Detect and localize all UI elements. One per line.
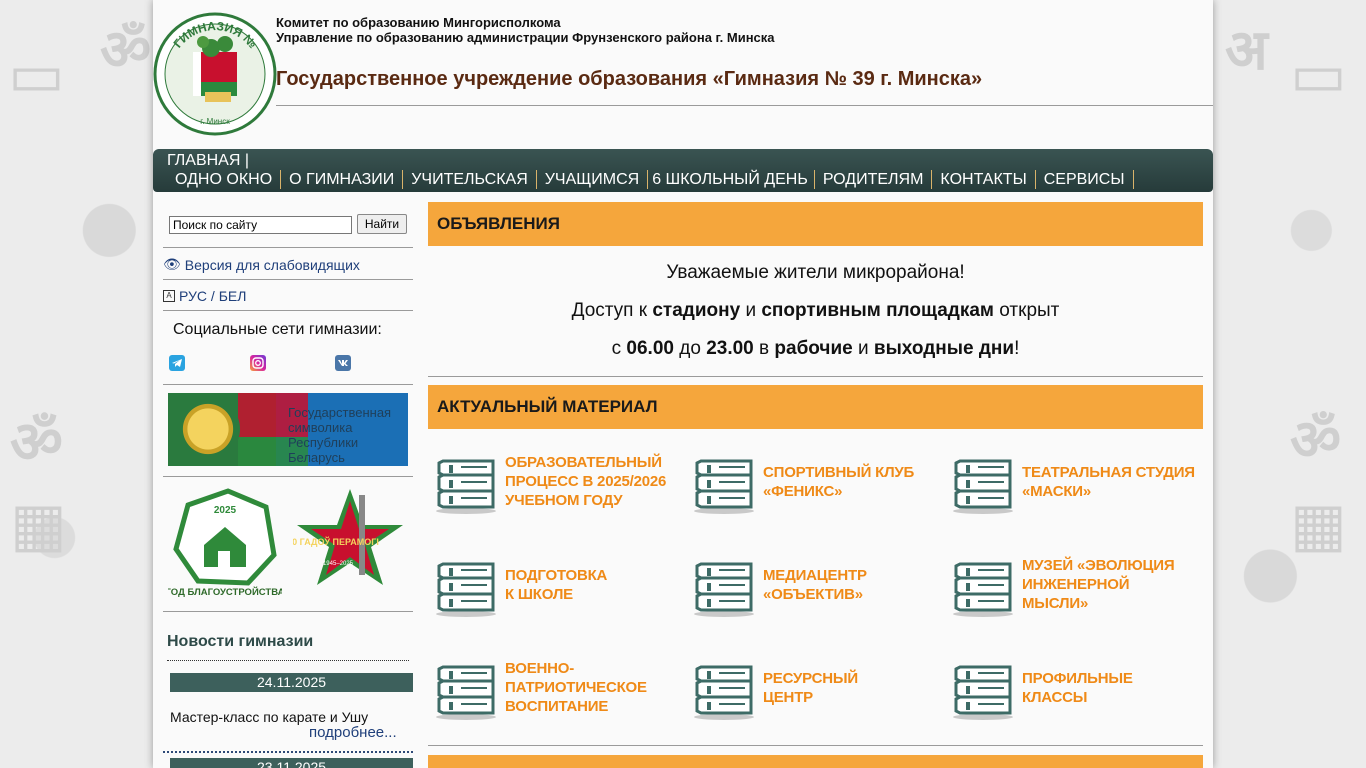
news-section-title: Новости гимназии <box>167 633 314 650</box>
news-date: 24.11.2025 <box>170 673 413 692</box>
nav-item-roditelyam[interactable]: РОДИТЕЛЯМ <box>815 170 933 189</box>
news-read-more-link[interactable]: подробнее... <box>309 724 397 741</box>
year-of-improvement-banner[interactable]: 2025 ГОД БЛАГОУСТРОЙСТВА <box>168 485 282 600</box>
nav-item-6-school-day[interactable]: 6 ШКОЛЬНЫЙ ДЕНЬ <box>648 170 815 189</box>
coat-of-arms-icon <box>176 397 240 461</box>
sidebar-divider <box>163 247 413 248</box>
announcement-line-3: с 06.00 до 23.00 в рабочие и выходные дн… <box>611 338 1020 359</box>
background-doodle: अ <box>1225 18 1268 83</box>
next-section-header <box>428 755 1203 768</box>
main-divider <box>428 376 1203 377</box>
tile-school-preparation[interactable]: ПОДГОТОВКА К ШКОЛЕ <box>433 547 683 622</box>
news-divider <box>167 660 409 661</box>
state-symbols-banner-text: Государственная символика Республики Бел… <box>288 405 392 465</box>
eye-icon: 👁 <box>163 256 181 272</box>
books-stack-icon <box>436 665 496 720</box>
page-container: ГИМНАЗИЯ № 39 г. Минск Комитет по образо… <box>153 0 1213 768</box>
tile-label: ПОДГОТОВКА К ШКОЛЕ <box>505 566 608 603</box>
search-input[interactable] <box>169 216 352 234</box>
sidebar-divider <box>163 384 413 385</box>
books-stack-icon <box>953 665 1013 720</box>
nav-row: ОДНО ОКНО О ГИМНАЗИИ УЧИТЕЛЬСКАЯ УЧАЩИМС… <box>167 170 1134 189</box>
banner-80-text: 80 ГАДОЎ ПЕРАМОГІ <box>293 536 379 547</box>
nav-item-uchaschimsya[interactable]: УЧАЩИМСЯ <box>537 170 649 189</box>
tile-label: ОБРАЗОВАТЕЛЬНЫЙ ПРОЦЕСС В 2025/2026 УЧЕБ… <box>505 454 667 509</box>
banner-2025-year: 2025 <box>214 505 237 516</box>
nav-item-odno-okno[interactable]: ОДНО ОКНО <box>167 170 282 189</box>
tile-sports-club-feniks[interactable]: СПОРТИВНЫЙ КЛУБ «ФЕНИКС» <box>691 444 941 519</box>
tile-label: РЕСУРСНЫЙ ЦЕНТР <box>763 669 858 706</box>
logo-text-bottom: г. Минск <box>200 117 230 126</box>
tile-label: ТЕАТРАЛЬНАЯ СТУДИЯ «МАСКИ» <box>1022 463 1195 500</box>
nav-item-kontakty[interactable]: КОНТАКТЫ <box>932 170 1036 189</box>
accessibility-link[interactable]: 👁 Версия для слабовидящих <box>163 256 360 273</box>
books-stack-icon <box>953 459 1013 514</box>
background-doodle: ▭ <box>8 40 65 110</box>
org-line-1: Комитет по образованию Мингорисполкома <box>276 15 561 30</box>
language-link[interactable]: A РУС / БЕЛ <box>163 288 246 304</box>
tile-theatre-studio-maski[interactable]: ТЕАТРАЛЬНАЯ СТУДИЯ «МАСКИ» <box>950 444 1200 519</box>
nav-item-uchitelskaya[interactable]: УЧИТЕЛЬСКАЯ <box>403 170 537 189</box>
victory-80-banner[interactable]: 80 ГАДОЎ ПЕРАМОГІ 1945–2025 <box>293 485 407 588</box>
background-doodle: ॐ <box>10 408 63 476</box>
tile-military-patriotic[interactable]: ВОЕННО- ПАТРИОТИЧЕСКОЕ ВОСПИТАНИЕ <box>433 650 683 725</box>
main-divider <box>428 745 1203 746</box>
background-doodle: ॐ <box>1290 408 1342 473</box>
sidebar-divider <box>163 476 413 477</box>
org-line-2: Управление по образованию администрации … <box>276 30 775 45</box>
books-stack-icon <box>436 562 496 617</box>
telegram-icon[interactable] <box>169 355 185 371</box>
site-title: Государственное учреждение образования «… <box>276 68 983 90</box>
tile-label: МУЗЕЙ «ЭВОЛЮЦИЯ ИНЖЕНЕРНОЙ МЫСЛИ» <box>1022 557 1175 612</box>
nav-item-home[interactable]: ГЛАВНАЯ | <box>167 152 249 170</box>
tile-resource-center[interactable]: РЕСУРСНЫЙ ЦЕНТР <box>691 650 941 725</box>
books-stack-icon <box>436 459 496 514</box>
news-item-text[interactable]: Мастер-класс по карате и Ушу <box>170 709 368 725</box>
accessibility-link-label: Версия для слабовидящих <box>184 256 360 273</box>
instagram-icon[interactable] <box>250 355 266 371</box>
background-doodle: ॐ <box>100 18 152 83</box>
books-stack-icon <box>694 562 754 617</box>
vk-icon[interactable] <box>335 355 351 371</box>
tile-museum-engineering[interactable]: МУЗЕЙ «ЭВОЛЮЦИЯ ИНЖЕНЕРНОЙ МЫСЛИ» <box>950 547 1200 622</box>
tile-label: ВОЕННО- ПАТРИОТИЧЕСКОЕ ВОСПИТАНИЕ <box>505 660 647 715</box>
book-translate-icon: A <box>163 290 175 302</box>
banner-2025-caption: ГОД БЛАГОУСТРОЙСТВА <box>168 586 282 598</box>
language-link-label: РУС / БЕЛ <box>179 288 247 304</box>
search-button[interactable]: Найти <box>357 214 407 234</box>
background-doodle: ▭ <box>1290 40 1347 110</box>
background-doodle: ▦ <box>1290 490 1347 560</box>
books-stack-icon <box>694 665 754 720</box>
news-separator <box>163 751 413 753</box>
news-date: 23.11.2025 <box>170 758 413 768</box>
nav-item-servisy[interactable]: СЕРВИСЫ <box>1036 170 1134 189</box>
header-divider <box>276 105 1213 106</box>
current-material-header: АКТУАЛЬНЫЙ МАТЕРИАЛ <box>428 385 1203 429</box>
gymnasium-logo[interactable]: ГИМНАЗИЯ № 39 г. Минск <box>153 12 277 136</box>
tile-label: ПРОФИЛЬНЫЕ КЛАССЫ <box>1022 669 1133 706</box>
books-stack-icon <box>953 562 1013 617</box>
books-stack-icon <box>694 459 754 514</box>
banner-80-years: 1945–2025 <box>323 561 354 567</box>
nav-item-o-gimnazii[interactable]: О ГИМНАЗИИ <box>281 170 404 189</box>
announcements-header: ОБЪЯВЛЕНИЯ <box>428 202 1203 246</box>
tile-educational-process[interactable]: ОБРАЗОВАТЕЛЬНЫЙ ПРОЦЕСС В 2025/2026 УЧЕБ… <box>433 444 683 519</box>
tile-label: МЕДИАЦЕНТР «ОБЪЕКТИВ» <box>763 566 867 603</box>
social-label: Социальные сети гимназии: <box>173 321 382 338</box>
announcement-line-1: Уважаемые жители микрорайона! <box>666 262 965 283</box>
state-symbols-banner[interactable]: Государственная символика Республики Бел… <box>168 393 408 466</box>
sidebar-divider <box>163 611 413 612</box>
tile-media-center-obektiv[interactable]: МЕДИАЦЕНТР «ОБЪЕКТИВ» <box>691 547 941 622</box>
main-nav: ГЛАВНАЯ | ОДНО ОКНО О ГИМНАЗИИ УЧИТЕЛЬСК… <box>153 149 1213 192</box>
tile-label: СПОРТИВНЫЙ КЛУБ «ФЕНИКС» <box>763 463 915 500</box>
tile-profile-classes[interactable]: ПРОФИЛЬНЫЕ КЛАССЫ <box>950 650 1200 725</box>
sidebar-divider <box>163 310 413 311</box>
announcement-line-2: Доступ к стадиону и спортивным площадкам… <box>571 300 1060 321</box>
sidebar-divider <box>163 279 413 280</box>
background-doodle: ▦ <box>10 490 67 560</box>
